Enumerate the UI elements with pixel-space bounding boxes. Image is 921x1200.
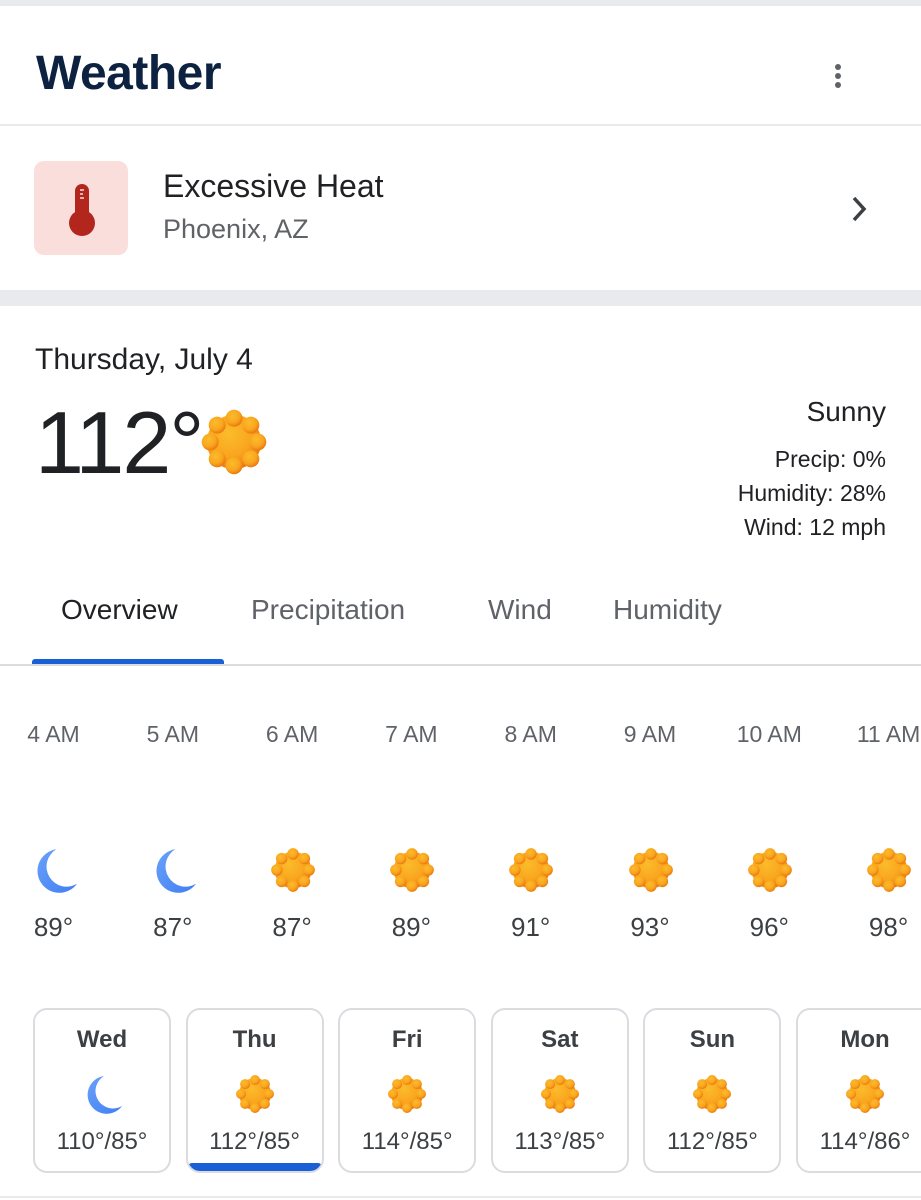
day-icon (692, 1074, 732, 1119)
day-icon (387, 1074, 427, 1119)
day-name: Sat (541, 1026, 579, 1053)
day-icon (82, 1074, 122, 1119)
moon-icon (82, 1074, 122, 1114)
day-temp-range: 113°/85° (514, 1128, 606, 1155)
sun-icon (692, 1074, 732, 1114)
selected-day-indicator (187, 1163, 322, 1171)
day-name: Fri (391, 1026, 423, 1053)
hour-icon (389, 847, 435, 898)
day-name: Wed (76, 1026, 128, 1053)
day-card[interactable]: Sat 113°/85° (490, 1008, 629, 1173)
hour-temperature: 89° (391, 912, 432, 942)
day-icon (235, 1074, 275, 1119)
alert-location: Phoenix, AZ (163, 214, 309, 244)
tab-overview[interactable]: Overview (61, 594, 178, 626)
day-temp-range: 110°/85° (56, 1128, 148, 1155)
hour-icon (31, 847, 77, 898)
hour-icon (150, 847, 196, 898)
sun-icon (387, 1074, 427, 1114)
day-temp-range: 114°/85° (361, 1128, 453, 1155)
hour-label: 10 AM (736, 721, 802, 747)
current-condition: Sunny (806, 396, 886, 427)
moon-icon (150, 847, 196, 893)
tab-wind[interactable]: Wind (488, 594, 552, 626)
current-temperature: 112° (35, 393, 204, 492)
section-divider (0, 290, 921, 306)
hour-temperature: 87° (153, 912, 193, 942)
moon-icon (31, 847, 77, 893)
day-name: Mon (840, 1026, 890, 1053)
chevron-right-icon[interactable] (848, 194, 872, 224)
sun-icon (389, 847, 435, 893)
alert-icon-box (34, 161, 128, 255)
day-icon (845, 1074, 885, 1119)
hour-temperature: 87° (272, 912, 312, 942)
day-card[interactable]: Wed 110°/85° (33, 1008, 171, 1173)
alert-title: Excessive Heat (163, 168, 384, 204)
hour-icon (270, 847, 316, 898)
current-date: Thursday, July 4 (35, 343, 253, 376)
hour-temperature: 93° (630, 912, 670, 942)
sun-icon (508, 847, 554, 893)
hour-temperature: 89° (33, 912, 74, 942)
day-temp-range: 114°/86° (819, 1128, 911, 1155)
hour-icon (747, 847, 793, 898)
sun-icon (845, 1074, 885, 1114)
sun-icon (747, 847, 793, 893)
hour-label: 8 AM (504, 721, 557, 747)
hour-label: 7 AM (385, 721, 438, 747)
day-temp-range: 112°/85° (209, 1128, 300, 1155)
hour-temperature: 91° (511, 912, 551, 942)
hour-temperature: 96° (749, 912, 789, 942)
hour-label: 5 AM (146, 721, 199, 747)
hour-icon (508, 847, 554, 898)
tab-precipitation[interactable]: Precipitation (251, 594, 405, 626)
sun-icon (270, 847, 316, 893)
hour-temperature: 98° (868, 912, 909, 942)
day-card[interactable]: Fri 114°/85° (338, 1008, 477, 1173)
day-name: Thu (232, 1026, 277, 1053)
weather-alert-row[interactable]: Excessive Heat Phoenix, AZ (0, 128, 921, 290)
sun-icon (200, 408, 268, 476)
bottom-divider (0, 1196, 921, 1198)
sun-icon (540, 1074, 580, 1114)
wind-value: Wind: 12 mph (744, 514, 886, 540)
more-vert-icon[interactable] (826, 64, 850, 94)
active-tab-indicator (32, 659, 224, 664)
day-name: Sun (689, 1026, 736, 1053)
sun-icon (235, 1074, 275, 1114)
app-header: Weather (0, 6, 921, 126)
page-title: Weather (36, 47, 222, 100)
day-icon (540, 1074, 580, 1119)
sun-icon (866, 847, 912, 893)
thermometer-icon (69, 184, 95, 236)
tab-humidity[interactable]: Humidity (613, 594, 722, 626)
hour-icon (628, 847, 674, 898)
tab-bar: Overview Precipitation Wind Humidity (0, 580, 921, 666)
day-card[interactable]: Mon 114°/86° (796, 1008, 921, 1173)
day-temp-range: 112°/85° (666, 1128, 758, 1155)
humidity-value: Humidity: 28% (737, 480, 886, 506)
hour-icon (866, 847, 912, 898)
precip-value: Precip: 0% (774, 446, 886, 472)
hour-label: 11 AM (856, 721, 921, 747)
sun-icon (628, 847, 674, 893)
day-card[interactable]: Sun 112°/85° (643, 1008, 782, 1173)
day-card[interactable]: Thu 112°/85° (185, 1008, 324, 1173)
hour-label: 4 AM (27, 721, 80, 747)
hour-label: 6 AM (265, 721, 319, 747)
hour-label: 9 AM (623, 721, 677, 747)
